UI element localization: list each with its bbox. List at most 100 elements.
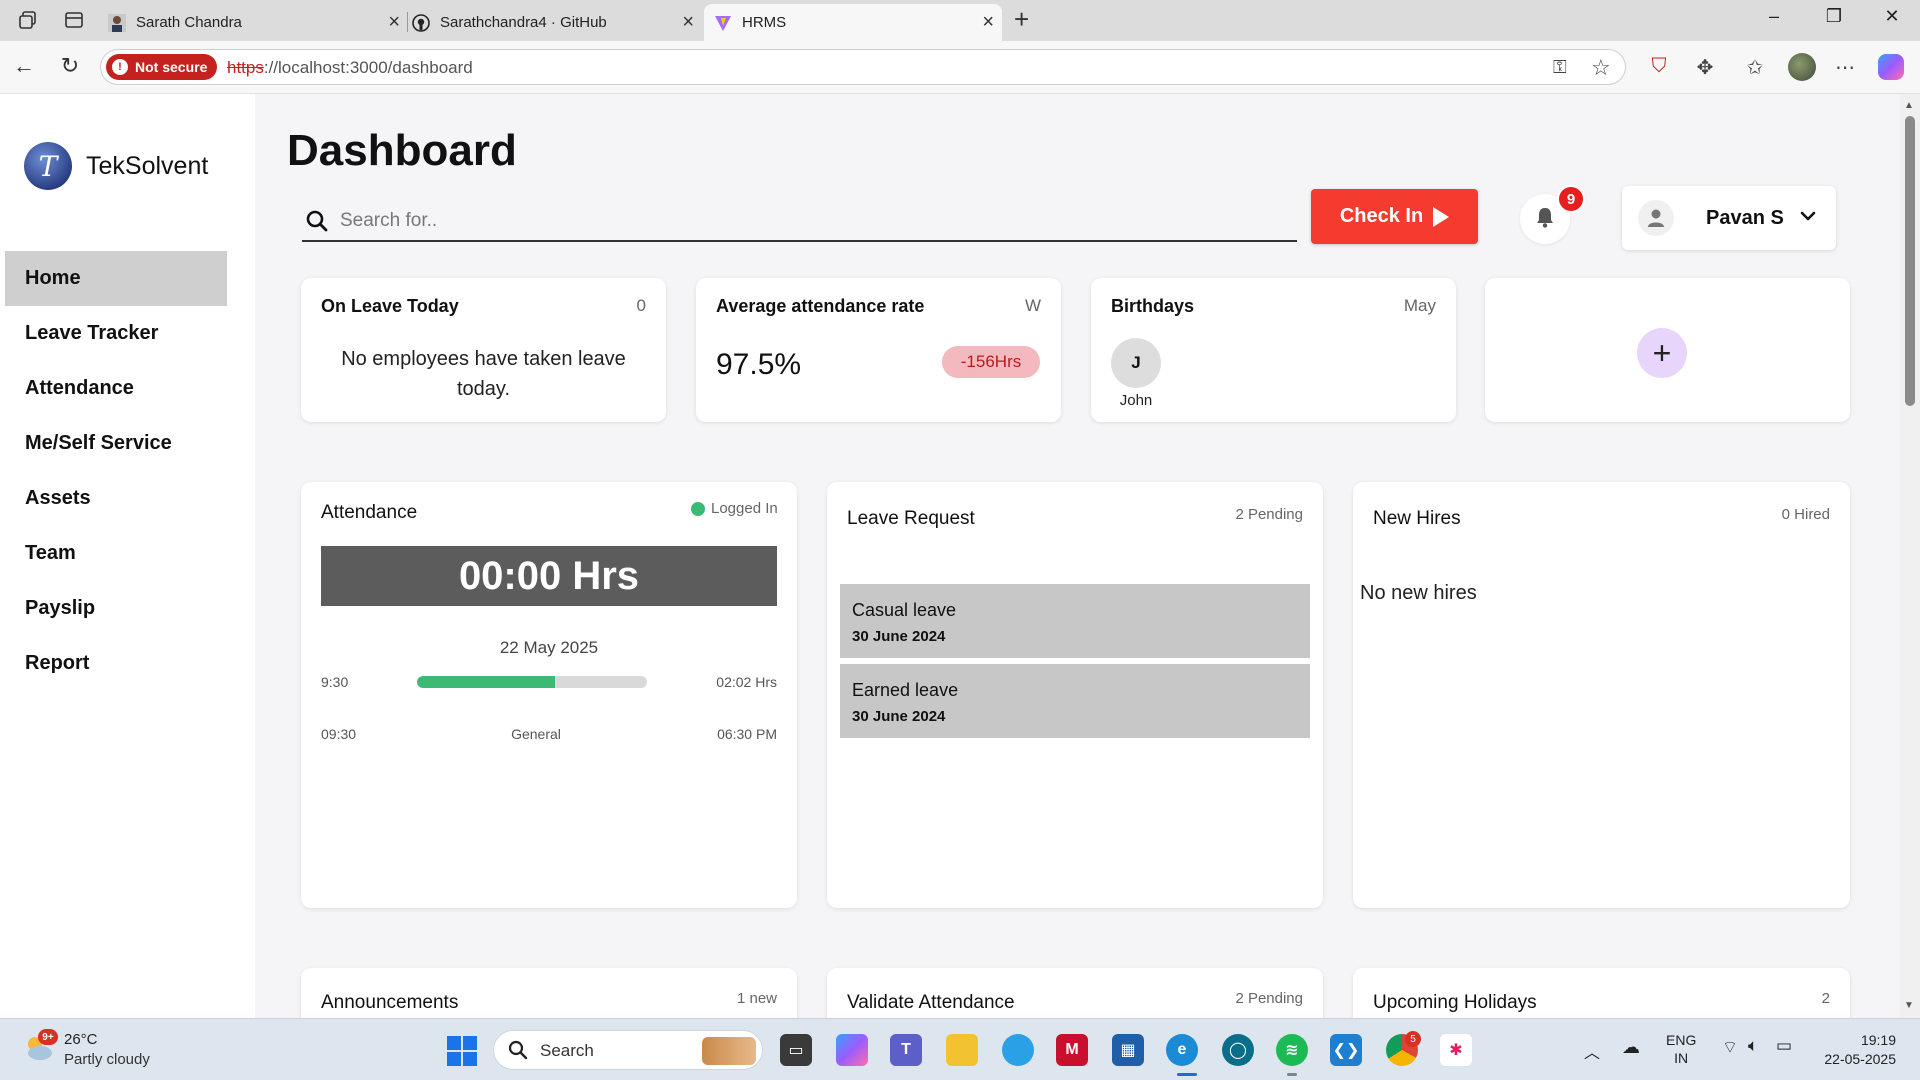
new-tab-icon[interactable]: +	[1014, 4, 1029, 35]
brand-name: TekSolvent	[86, 152, 209, 180]
url-text[interactable]: https://localhost:3000/dashboard	[227, 58, 473, 78]
user-avatar-icon	[1638, 200, 1674, 236]
search-icon	[306, 210, 328, 232]
period-selector[interactable]: W	[1025, 296, 1041, 316]
sidebar-item-home[interactable]: Home	[5, 251, 227, 306]
profile-avatar-icon[interactable]	[1788, 53, 1816, 81]
copilot-app-icon[interactable]	[836, 1034, 868, 1066]
chrome-notification-badge: 5	[1405, 1031, 1421, 1047]
start-time: 9:30	[321, 674, 349, 690]
user-profile-menu[interactable]: Pavan S	[1622, 186, 1836, 250]
card-title: Average attendance rate	[716, 296, 925, 316]
play-icon	[1433, 206, 1450, 227]
on-leave-today-card: On Leave Today 0 No employees have taken…	[301, 278, 666, 422]
birthday-month[interactable]: May	[1404, 296, 1436, 316]
empty-state-text: No new hires	[1360, 582, 1477, 604]
sidebar-item-assets[interactable]: Assets	[5, 471, 227, 526]
page-scrollbar[interactable]: ▲ ▼	[1900, 94, 1920, 1018]
key-icon[interactable]: ⚿	[1553, 57, 1567, 78]
tab-hrms[interactable]: HRMS ×	[704, 4, 1002, 41]
extension-shield-icon[interactable]: ⛉	[1646, 55, 1672, 78]
search-input[interactable]	[340, 206, 1240, 236]
extensions-puzzle-icon[interactable]: ✥	[1692, 55, 1718, 80]
work-progress-bar	[417, 676, 647, 688]
warning-shield-icon: !	[112, 59, 128, 75]
scroll-down-icon[interactable]: ▼	[1904, 1000, 1914, 1011]
bell-icon	[1535, 206, 1555, 233]
language-indicator[interactable]: ENG IN	[1666, 1031, 1696, 1067]
circle-app-icon[interactable]: ◯	[1222, 1034, 1254, 1066]
windows-taskbar: 9+ 26°C Partly cloudy Search ▭ T M ▦ e ◯…	[0, 1018, 1920, 1080]
reload-icon[interactable]: ↻	[56, 53, 84, 79]
close-window-icon[interactable]: ✕	[1880, 6, 1904, 27]
weather-app-icon[interactable]	[1002, 1034, 1034, 1066]
not-secure-badge[interactable]: ! Not secure	[106, 54, 218, 80]
taskbar-search[interactable]: Search	[493, 1030, 763, 1070]
spotify-icon[interactable]: ≋	[1276, 1034, 1308, 1066]
open-app-indicator	[1287, 1073, 1297, 1076]
store-icon[interactable]: ▦	[1112, 1034, 1144, 1066]
favorite-star-icon[interactable]: ☆	[1591, 55, 1611, 81]
sidebar-item-attendance[interactable]: Attendance	[5, 361, 227, 416]
scroll-up-icon[interactable]: ▲	[1904, 100, 1914, 111]
announcements-card: Announcements 1 new	[301, 968, 797, 1018]
scrollbar-thumb[interactable]	[1905, 116, 1915, 406]
mcafee-icon[interactable]: M	[1056, 1034, 1088, 1066]
copilot-icon[interactable]	[1878, 54, 1904, 80]
slack-icon[interactable]: ✱	[1440, 1034, 1472, 1066]
search-bar	[302, 202, 1297, 242]
vertical-tabs-icon[interactable]	[64, 10, 84, 30]
address-bar[interactable]: ! Not secure https://localhost:3000/dash…	[100, 49, 1626, 85]
onedrive-icon[interactable]: ☁	[1622, 1037, 1640, 1058]
tab-close-icon[interactable]: ×	[388, 11, 400, 34]
sidebar-item-leave-tracker[interactable]: Leave Tracker	[5, 306, 227, 361]
sidebar-item-self-service[interactable]: Me/Self Service	[5, 416, 227, 471]
avatar[interactable]: J	[1111, 338, 1161, 388]
back-arrow-icon[interactable]: ←	[10, 53, 38, 79]
weather-temperature[interactable]: 26°C	[64, 1031, 98, 1048]
maximize-icon[interactable]: ❐	[1822, 6, 1846, 27]
sidebar-item-report[interactable]: Report	[5, 636, 227, 691]
task-view-icon[interactable]: ▭	[780, 1034, 812, 1066]
system-clock[interactable]: 19:19 22-05-2025	[1816, 1031, 1896, 1069]
wifi-icon[interactable]: ⌔	[1722, 1037, 1738, 1058]
check-in-button[interactable]: Check In	[1311, 189, 1478, 244]
leave-date: 30 June 2024	[852, 628, 946, 645]
upcoming-holidays-card: Upcoming Holidays 2	[1353, 968, 1850, 1018]
tab-github[interactable]: Sarathchandra4 · GitHub ×	[412, 4, 702, 41]
sidebar-item-team[interactable]: Team	[5, 526, 227, 581]
minimize-icon[interactable]: –	[1762, 6, 1786, 27]
attendance-rate: 97.5%	[716, 348, 802, 381]
card-title: Announcements	[321, 992, 459, 1013]
workspaces-icon[interactable]	[18, 10, 38, 30]
plus-icon[interactable]: +	[1637, 328, 1687, 378]
leave-date: 30 June 2024	[852, 708, 946, 725]
shift-end: 06:30 PM	[717, 726, 777, 742]
edge-icon[interactable]: e	[1166, 1034, 1198, 1066]
file-explorer-icon[interactable]	[946, 1034, 978, 1066]
on-leave-message: No employees have taken leave today.	[341, 348, 626, 400]
work-timer: 00:00 Hrs	[321, 546, 777, 606]
list-item[interactable]: Earned leave 30 June 2024	[840, 664, 1310, 738]
teams-icon[interactable]: T	[890, 1034, 922, 1066]
work-progress-fill	[417, 676, 555, 688]
chevron-up-icon[interactable]: ︿	[1584, 1039, 1600, 1063]
tab-close-icon[interactable]: ×	[682, 11, 694, 34]
tab-sarath-chandra[interactable]: Sarath Chandra ×	[108, 4, 408, 41]
volume-icon[interactable]: 🔈︎	[1748, 1036, 1758, 1056]
pending-count: 2 Pending	[1235, 990, 1303, 1007]
vscode-icon[interactable]: ❮❯	[1330, 1034, 1362, 1066]
sidebar-item-payslip[interactable]: Payslip	[5, 581, 227, 636]
weather-description[interactable]: Partly cloudy	[64, 1051, 150, 1068]
battery-icon[interactable]: ▭	[1776, 1036, 1792, 1056]
shift-name: General	[511, 726, 561, 742]
more-menu-icon[interactable]: ⋯	[1832, 55, 1858, 80]
windows-start-icon[interactable]	[447, 1036, 477, 1066]
list-item[interactable]: Casual leave 30 June 2024	[840, 584, 1310, 658]
attendance-date: 22 May 2025	[499, 638, 599, 657]
favorites-icon[interactable]: ✩	[1742, 55, 1768, 80]
teksolvent-logo-icon: T	[24, 142, 72, 190]
on-leave-count: 0	[636, 296, 646, 315]
hrms-app: T TekSolvent Home Leave Tracker Attendan…	[0, 94, 1900, 1018]
tab-close-icon[interactable]: ×	[982, 11, 994, 34]
